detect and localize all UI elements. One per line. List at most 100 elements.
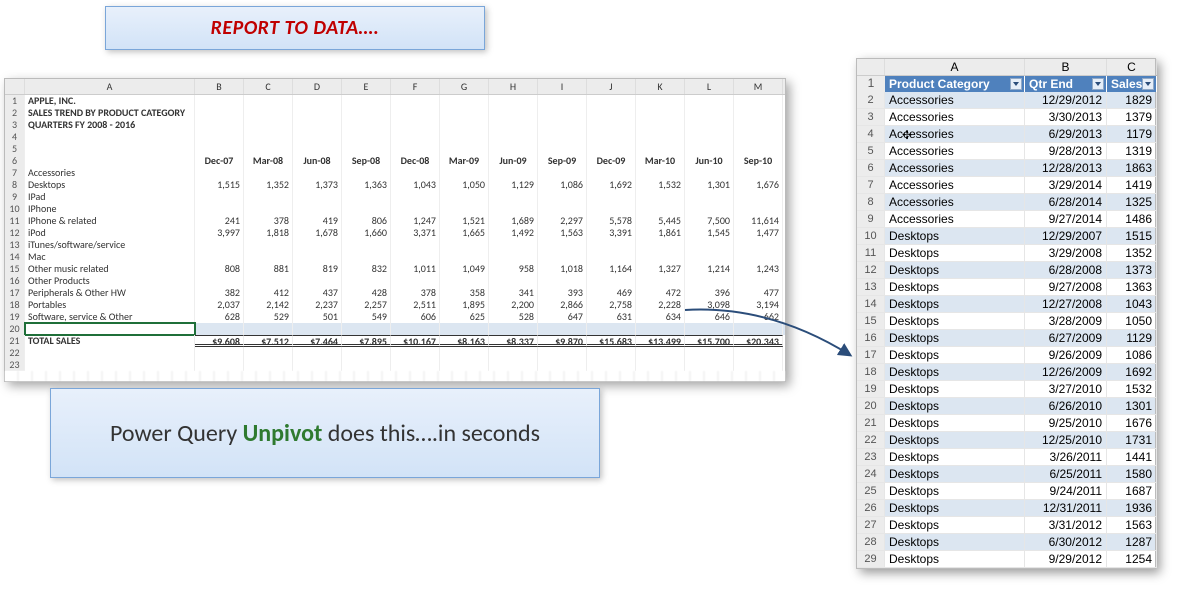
total-cell[interactable]: $9,870 — [538, 335, 587, 347]
cell[interactable] — [489, 119, 538, 131]
cell-category[interactable]: Desktops — [885, 466, 1025, 483]
col-letter[interactable]: A — [25, 79, 195, 94]
row-number[interactable]: 7 — [857, 177, 885, 194]
cell-category[interactable]: Desktops — [885, 415, 1025, 432]
cell[interactable]: 881 — [244, 263, 293, 275]
row-number[interactable]: 8 — [857, 194, 885, 211]
total-cell[interactable]: $13,499 — [636, 335, 685, 347]
cell[interactable] — [440, 191, 489, 203]
cell[interactable]: 1,327 — [636, 263, 685, 275]
cell[interactable]: 647 — [538, 311, 587, 323]
header-qtr-end[interactable]: Qtr End — [1025, 76, 1107, 92]
row-number[interactable]: 8 — [5, 179, 25, 191]
cell-category[interactable]: Desktops — [885, 517, 1025, 534]
cell[interactable] — [195, 95, 244, 107]
cell[interactable]: 1,895 — [440, 299, 489, 311]
cell[interactable] — [195, 251, 244, 263]
row-number[interactable]: 12 — [5, 227, 25, 239]
total-cell[interactable]: $8,337 — [489, 335, 538, 347]
cell-value[interactable]: 1287 — [1107, 534, 1157, 551]
row-number[interactable]: 15 — [857, 313, 885, 330]
cell[interactable] — [587, 251, 636, 263]
cell-date[interactable]: 6/26/2010 — [1025, 398, 1107, 415]
cell[interactable] — [440, 131, 489, 143]
cell[interactable]: 2,142 — [244, 299, 293, 311]
cell-value[interactable]: 1419 — [1107, 177, 1157, 194]
cell-category[interactable]: Accessories — [885, 177, 1025, 194]
cell-category[interactable]: Desktops — [885, 279, 1025, 296]
cell[interactable] — [636, 131, 685, 143]
cell[interactable] — [244, 95, 293, 107]
cell[interactable] — [538, 347, 587, 359]
cell[interactable]: 1,678 — [293, 227, 342, 239]
cell-category[interactable]: Accessories — [885, 194, 1025, 211]
cell[interactable] — [342, 251, 391, 263]
cell[interactable]: Portables — [25, 299, 195, 311]
col-letter[interactable]: M — [734, 79, 783, 94]
row-number[interactable]: 11 — [857, 245, 885, 262]
cell[interactable] — [391, 143, 440, 155]
cell[interactable] — [244, 359, 293, 371]
cell[interactable]: 1,214 — [685, 263, 734, 275]
cell-value[interactable]: 1319 — [1107, 143, 1157, 160]
cell[interactable] — [342, 143, 391, 155]
row-number[interactable]: 14 — [5, 251, 25, 263]
cell[interactable]: 1,676 — [734, 179, 783, 191]
row-number[interactable]: 3 — [857, 109, 885, 126]
filter-dropdown-icon[interactable] — [1142, 78, 1154, 90]
cell[interactable]: 1,373 — [293, 179, 342, 191]
row-number[interactable]: 21 — [5, 335, 25, 347]
row-number[interactable]: 6 — [5, 155, 25, 167]
cell[interactable] — [636, 251, 685, 263]
cell[interactable] — [342, 107, 391, 119]
cell[interactable]: 1,352 — [244, 179, 293, 191]
row-number[interactable]: 5 — [857, 143, 885, 160]
cell-category[interactable]: Desktops — [885, 500, 1025, 517]
cell-category[interactable]: Desktops — [885, 296, 1025, 313]
cell-value[interactable]: 1325 — [1107, 194, 1157, 211]
cell[interactable]: Mar-09 — [440, 155, 489, 167]
cell[interactable] — [685, 275, 734, 287]
cell[interactable] — [440, 359, 489, 371]
cell[interactable] — [195, 323, 244, 335]
cell[interactable]: 1,563 — [538, 227, 587, 239]
row-number[interactable]: 27 — [857, 517, 885, 534]
cell[interactable]: 958 — [489, 263, 538, 275]
cell[interactable]: 606 — [391, 311, 440, 323]
cell-date[interactable]: 12/31/2011 — [1025, 500, 1107, 517]
row-number[interactable]: 21 — [857, 415, 885, 432]
total-cell[interactable]: $10,167 — [391, 335, 440, 347]
cell[interactable] — [538, 131, 587, 143]
cell[interactable]: Jun-09 — [489, 155, 538, 167]
row-number[interactable]: 10 — [857, 228, 885, 245]
cell[interactable]: Software, service & Other — [25, 311, 195, 323]
cell[interactable]: Other Products — [25, 275, 195, 287]
cell[interactable] — [489, 239, 538, 251]
cell-value[interactable]: 1692 — [1107, 364, 1157, 381]
col-letter[interactable]: B — [195, 79, 244, 94]
cell[interactable] — [25, 143, 195, 155]
cell[interactable] — [734, 239, 783, 251]
total-label[interactable]: TOTAL SALES — [25, 335, 195, 347]
cell-date[interactable]: 3/29/2014 — [1025, 177, 1107, 194]
col-letter[interactable]: C — [244, 79, 293, 94]
cell[interactable] — [195, 191, 244, 203]
cell[interactable]: IPhone — [25, 203, 195, 215]
cell[interactable]: 1,818 — [244, 227, 293, 239]
col-letter[interactable]: L — [685, 79, 734, 94]
row-number[interactable]: 2 — [857, 92, 885, 109]
cell[interactable] — [391, 347, 440, 359]
cell[interactable] — [685, 167, 734, 179]
cell[interactable]: 341 — [489, 287, 538, 299]
total-cell[interactable]: $8,163 — [440, 335, 489, 347]
cell[interactable]: 1,545 — [685, 227, 734, 239]
cell[interactable]: iPod — [25, 227, 195, 239]
col-letter[interactable]: J — [587, 79, 636, 94]
cell-category[interactable]: Desktops — [885, 364, 1025, 381]
cell[interactable] — [244, 107, 293, 119]
cell[interactable] — [734, 191, 783, 203]
cell[interactable]: Dec-08 — [391, 155, 440, 167]
cell[interactable] — [342, 359, 391, 371]
col-letter[interactable]: C — [1107, 59, 1157, 75]
cell[interactable]: 529 — [244, 311, 293, 323]
